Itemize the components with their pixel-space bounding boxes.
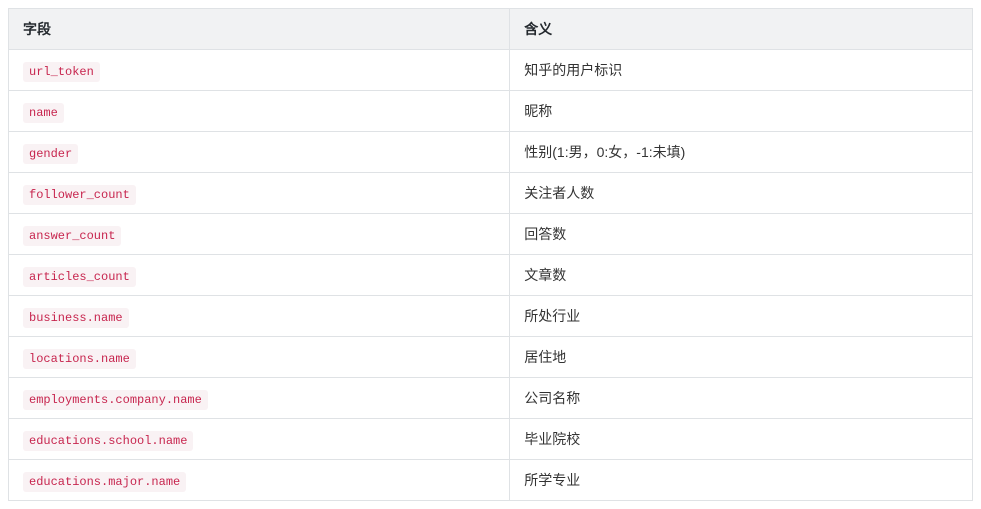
table-row: business.name 所处行业 [9,296,973,337]
meaning-cell: 公司名称 [510,378,973,419]
table-row: gender 性别(1:男，0:女，-1:未填) [9,132,973,173]
field-cell: educations.major.name [9,460,510,501]
meaning-cell: 所学专业 [510,460,973,501]
table-row: locations.name 居住地 [9,337,973,378]
field-code: url_token [23,62,100,82]
field-code: employments.company.name [23,390,208,410]
field-cell: employments.company.name [9,378,510,419]
field-code: business.name [23,308,129,328]
meaning-cell: 性别(1:男，0:女，-1:未填) [510,132,973,173]
field-cell: educations.school.name [9,419,510,460]
field-cell: answer_count [9,214,510,255]
meaning-cell: 知乎的用户标识 [510,50,973,91]
meaning-cell: 昵称 [510,91,973,132]
field-cell: name [9,91,510,132]
field-code: answer_count [23,226,121,246]
table-header-row: 字段 含义 [9,9,973,50]
table-row: educations.school.name 毕业院校 [9,419,973,460]
field-code: articles_count [23,267,136,287]
field-cell: follower_count [9,173,510,214]
field-code: follower_count [23,185,136,205]
field-cell: business.name [9,296,510,337]
field-code: locations.name [23,349,136,369]
table-row: educations.major.name 所学专业 [9,460,973,501]
field-code: gender [23,144,78,164]
meaning-cell: 回答数 [510,214,973,255]
table-row: follower_count 关注者人数 [9,173,973,214]
field-cell: articles_count [9,255,510,296]
header-field: 字段 [9,9,510,50]
table-row: answer_count 回答数 [9,214,973,255]
table-row: url_token 知乎的用户标识 [9,50,973,91]
field-definitions-table: 字段 含义 url_token 知乎的用户标识 name 昵称 gender 性… [8,8,973,501]
field-code: educations.school.name [23,431,193,451]
meaning-cell: 文章数 [510,255,973,296]
table-row: employments.company.name 公司名称 [9,378,973,419]
field-cell: url_token [9,50,510,91]
meaning-cell: 毕业院校 [510,419,973,460]
header-meaning: 含义 [510,9,973,50]
table-row: name 昵称 [9,91,973,132]
field-cell: gender [9,132,510,173]
meaning-cell: 关注者人数 [510,173,973,214]
field-code: name [23,103,64,123]
meaning-cell: 居住地 [510,337,973,378]
table-row: articles_count 文章数 [9,255,973,296]
meaning-cell: 所处行业 [510,296,973,337]
field-code: educations.major.name [23,472,186,492]
field-cell: locations.name [9,337,510,378]
